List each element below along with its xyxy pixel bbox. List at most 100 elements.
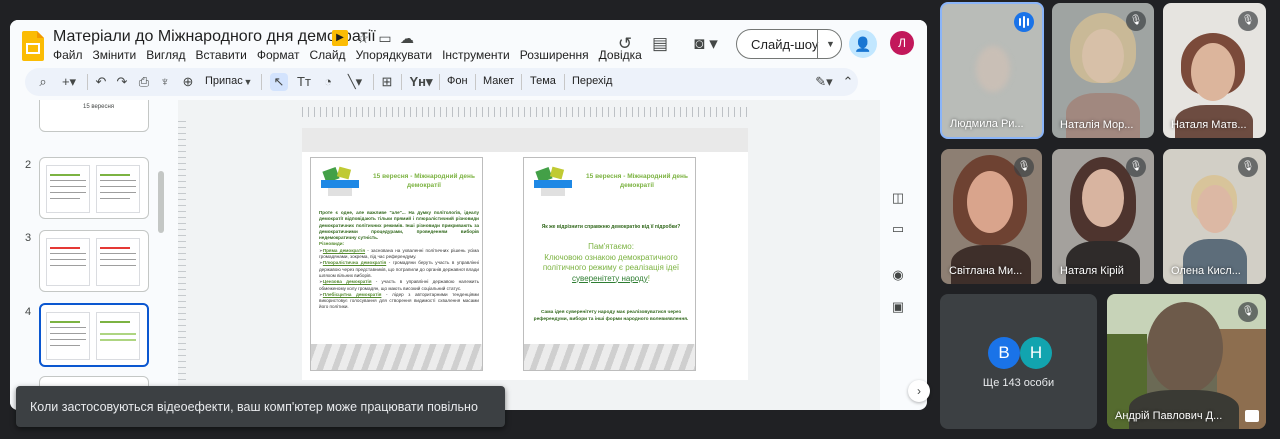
participant-tile[interactable]: 🎙 Світлана Ми...	[941, 149, 1042, 284]
layout-button[interactable]: Макет	[483, 75, 514, 87]
print-icon[interactable]: ⎙	[136, 73, 152, 91]
presenter-icon[interactable]: ▶	[332, 30, 348, 46]
chevron-right-icon[interactable]: ›	[908, 380, 930, 402]
video-effects-toast: Коли застосовуються відеоефекти, ваш ком…	[16, 386, 505, 427]
page-footer-stripes	[524, 344, 695, 370]
question-text: Як же відрізнити справжню демократію від…	[541, 224, 681, 230]
slide-thumbnail-2[interactable]	[39, 157, 149, 219]
undo-icon[interactable]: ↶	[93, 73, 109, 91]
select-cursor-icon[interactable]: ↖	[270, 73, 288, 91]
menu-view[interactable]: Вигляд	[146, 47, 190, 63]
participant-name: Наталя Кірій	[1060, 265, 1124, 277]
theme-button[interactable]: Тема	[530, 75, 556, 87]
participant-tile[interactable]: 🎙 Наталя Кірій	[1052, 149, 1154, 284]
pip-icon[interactable]	[1245, 410, 1259, 422]
mic-off-icon: 🎙	[1126, 11, 1146, 31]
slides-window: Матеріали до Міжнародного дня демократії…	[10, 20, 927, 410]
input-tools-icon[interactable]: Yн▾	[408, 73, 434, 91]
slide-thumbnail-1[interactable]: 15 вересня	[39, 100, 149, 132]
menu-tools[interactable]: Інструменти	[442, 47, 515, 63]
background-button[interactable]: Фон	[447, 75, 468, 87]
left-page[interactable]: 15 вересня - Міжнародний день демократії…	[310, 157, 483, 371]
participant-tile[interactable]: 🎙 Наталя Матв...	[1163, 3, 1266, 138]
redo-icon[interactable]: ↷	[114, 73, 130, 91]
slideshow-button[interactable]: Слайд-шоу ▼	[736, 29, 842, 59]
slide-number: 3	[25, 232, 32, 244]
participant-name: Андрій Павлович Д...	[1115, 410, 1223, 422]
participant-body	[1066, 93, 1140, 138]
collapse-toolbar-icon[interactable]: ⌃	[841, 73, 855, 91]
menu-file[interactable]: Файл	[53, 47, 88, 63]
filmstrip-scrollbar[interactable]	[158, 171, 164, 233]
right-page[interactable]: 15 вересня - Міжнародний день демократії…	[523, 157, 696, 371]
slide-number: 4	[25, 306, 32, 318]
item-term: Пряма демократія	[322, 247, 366, 253]
folder-icon[interactable]: ▭	[887, 218, 909, 240]
menu-insert[interactable]: Вставити	[196, 47, 252, 63]
search-menus-icon[interactable]: ⌕	[35, 73, 51, 91]
slide-canvas[interactable]: 15 вересня - Міжнародний день демократії…	[178, 100, 880, 410]
chevron-down-icon[interactable]: ▼	[243, 73, 253, 91]
item-term: Плюралістична демократія	[322, 260, 387, 266]
meet-camera-icon[interactable]: ◙ ▾	[688, 34, 724, 54]
note-text: Сама ідея суверенітету народу має реаліз…	[533, 310, 689, 322]
remember-body: Ключовою ознакою демократичного політичн…	[542, 252, 680, 273]
participant-tile[interactable]: 🎙 Олена Кисл...	[1163, 149, 1266, 284]
zoom-fit-select[interactable]: Припас	[205, 75, 243, 87]
vertical-ruler[interactable]	[178, 120, 186, 380]
remember-block: Пам'ятаємо: Ключовою ознакою демократичн…	[530, 242, 692, 284]
menu-format[interactable]: Формат	[257, 47, 305, 63]
mic-off-icon: 🎙	[1014, 157, 1034, 177]
slideshow-label: Слайд-шоу	[751, 37, 819, 52]
slide-thumbnail-4[interactable]	[39, 303, 149, 367]
line-icon[interactable]: ╲▾	[343, 73, 367, 91]
current-slide[interactable]: 15 вересня - Міжнародний день демократії…	[302, 128, 748, 380]
more-participants-text: Ще 143 особи	[982, 377, 1055, 389]
comments-icon[interactable]: ▤	[650, 34, 670, 54]
slides-logo-icon[interactable]	[22, 31, 44, 61]
participant-tile[interactable]: 🎙 Наталія Мор...	[1052, 3, 1154, 138]
zoom-icon[interactable]: ⊕	[180, 73, 196, 91]
text-box-icon[interactable]: Tт	[295, 73, 313, 91]
types-heading: Різновиди:	[319, 241, 345, 247]
participant-face	[1197, 185, 1233, 233]
page-body: Проте є одне, але важливе "але"... На ду…	[319, 210, 479, 310]
remember-end: !	[647, 273, 650, 283]
mic-off-icon: 🎙	[1238, 157, 1258, 177]
record-icon[interactable]: ◉	[887, 264, 909, 286]
keep-icon[interactable]: ◫	[887, 187, 909, 209]
toolbar: ⌕ +▾ ↶ ↷ ⎙ ♆ ⊕ Припас ▼ ↖ Tт ◔ ╲▾ ⊞ Yн▾ …	[25, 68, 858, 96]
menu-edit[interactable]: Змінити	[93, 47, 142, 63]
menu-extensions[interactable]: Розширення	[520, 47, 594, 63]
menu-slide[interactable]: Слайд	[310, 47, 351, 63]
speaking-indicator-icon	[1014, 12, 1034, 32]
share-button[interactable]: 👤	[849, 30, 877, 58]
mic-off-icon: 🎙	[1126, 157, 1146, 177]
pen-tool-icon[interactable]: ✎▾	[810, 73, 838, 91]
participant-tile[interactable]: Людмила Ри...	[940, 2, 1044, 139]
item-term: Цензова демократія	[322, 279, 372, 285]
horizontal-ruler[interactable]	[302, 107, 750, 117]
present-tab-icon[interactable]: ▣	[887, 296, 909, 318]
new-slide-icon[interactable]: +▾	[58, 73, 80, 91]
move-folder-icon[interactable]: ▭	[377, 30, 393, 46]
participant-name: Олена Кисл...	[1171, 265, 1241, 277]
menu-arrange[interactable]: Упорядкувати	[356, 47, 438, 63]
star-icon[interactable]: ☆	[355, 30, 371, 46]
participant-body	[1183, 239, 1247, 284]
transition-button[interactable]: Перехід	[572, 75, 612, 87]
account-avatar[interactable]: Л	[890, 31, 914, 55]
history-icon[interactable]: ↺	[615, 34, 635, 54]
chevron-down-icon[interactable]: ▼	[817, 30, 843, 58]
cloud-status-icon[interactable]: ☁	[399, 30, 415, 46]
page-footer-stripes	[311, 344, 482, 370]
document-title[interactable]: Матеріали до Міжнародного дня демократії	[53, 28, 376, 46]
participant-tile[interactable]: 🎙 Андрій Павлович Д...	[1107, 294, 1266, 429]
democracy-day-logo-icon	[321, 166, 359, 196]
insert-comment-icon[interactable]: ⊞	[379, 73, 395, 91]
participant-name: Людмила Ри...	[950, 118, 1024, 130]
slide-thumbnail-3[interactable]	[39, 230, 149, 292]
paint-format-icon[interactable]: ♆	[157, 73, 173, 91]
participant-face	[967, 171, 1013, 233]
shape-icon[interactable]: ◔	[319, 73, 337, 91]
